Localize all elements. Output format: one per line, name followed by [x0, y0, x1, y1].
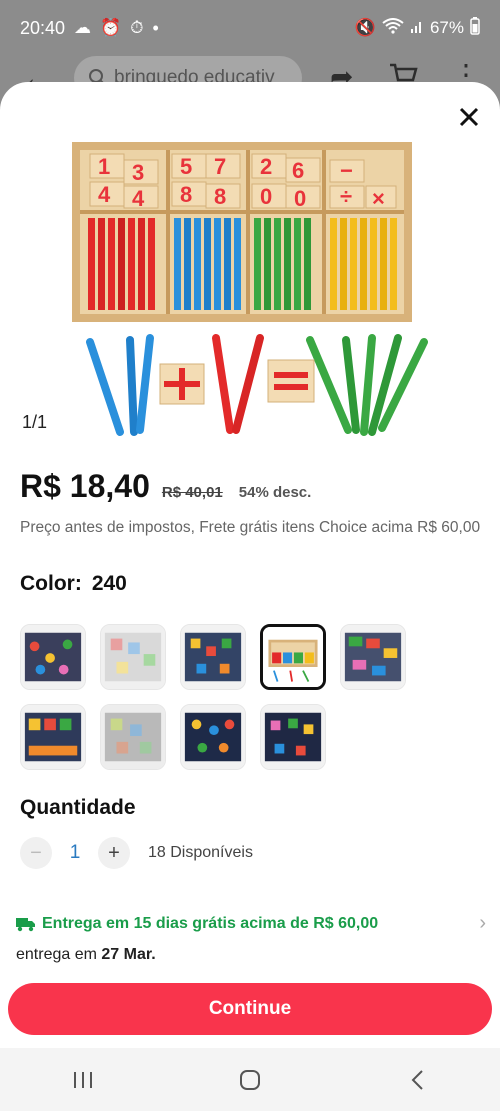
- delivery-text: Entrega em 15 dias grátis acima de R$ 60…: [42, 915, 379, 932]
- svg-text:6: 6: [292, 158, 304, 183]
- svg-text:5: 5: [180, 154, 192, 179]
- quantity-value[interactable]: 1: [52, 842, 98, 864]
- delivery-date-prefix: entrega em: [16, 946, 97, 963]
- sku-selection-sheet: 1344 5788 2600 − ÷ × 1/1 R$ 18,40 R$ 40,…: [0, 82, 500, 1048]
- color-swatch[interactable]: [260, 704, 326, 770]
- stock-available: 18 Disponíveis: [148, 844, 253, 861]
- truck-icon: [16, 918, 35, 932]
- battery-percent: 67%: [429, 18, 464, 37]
- signal-icon: [410, 18, 424, 39]
- color-swatch[interactable]: [180, 704, 246, 770]
- svg-text:0: 0: [260, 184, 272, 209]
- color-swatch[interactable]: [100, 704, 166, 770]
- svg-text:÷: ÷: [340, 184, 352, 209]
- product-image[interactable]: 1344 5788 2600 − ÷ ×: [62, 102, 442, 452]
- current-price: R$ 18,40: [20, 468, 150, 504]
- color-swatch[interactable]: [340, 624, 406, 690]
- svg-text:4: 4: [98, 182, 111, 207]
- svg-text:7: 7: [214, 154, 226, 179]
- quantity-decrease-button[interactable]: −: [20, 837, 52, 869]
- status-bar: 20:40 ☁ ⏰ ⏱ • 🔇 67%: [0, 0, 500, 56]
- close-icon: [459, 107, 479, 127]
- svg-text:−: −: [340, 158, 353, 183]
- discount-label: 54% desc.: [238, 484, 312, 501]
- wifi-icon: [382, 17, 404, 39]
- svg-text:4: 4: [132, 186, 145, 211]
- chevron-right-icon: ›: [479, 912, 486, 934]
- timer-icon: ⏱: [130, 18, 144, 37]
- status-time: 20:40: [20, 17, 66, 38]
- color-swatch[interactable]: [180, 624, 246, 690]
- quantity-stepper: − 1 + 18 Disponíveis: [20, 837, 253, 869]
- nav-back-button[interactable]: [387, 1060, 447, 1100]
- battery-icon: [470, 16, 480, 40]
- delivery-date-value: 27 Mar.: [101, 946, 156, 963]
- notification-dot: •: [152, 17, 159, 38]
- delivery-info-row[interactable]: Entrega em 15 dias grátis acima de R$ 60…: [16, 912, 486, 936]
- svg-text:8: 8: [180, 182, 192, 207]
- color-selection-header: Color: 240: [20, 572, 127, 596]
- color-label: Color:: [20, 572, 82, 595]
- cloud-icon: ☁: [74, 18, 92, 37]
- nav-back-icon: [411, 1069, 423, 1090]
- svg-text:8: 8: [214, 184, 226, 209]
- system-nav-bar: [0, 1048, 500, 1111]
- tax-note: Preço antes de impostos, Frete grátis it…: [20, 519, 481, 536]
- price-row: R$ 18,40 R$ 40,01 54% desc.: [20, 468, 311, 505]
- home-button[interactable]: [220, 1060, 280, 1100]
- delivery-date: entrega em 27 Mar.: [16, 946, 156, 964]
- continue-button[interactable]: Continue: [8, 983, 492, 1035]
- svg-text:2: 2: [260, 154, 272, 179]
- alarm-icon: ⏰: [100, 18, 122, 37]
- svg-text:1: 1: [98, 154, 110, 179]
- image-counter: 1/1: [22, 412, 48, 432]
- recents-icon: [74, 1071, 93, 1088]
- color-swatch[interactable]: [20, 624, 86, 690]
- svg-text:3: 3: [132, 160, 144, 185]
- svg-text:0: 0: [294, 186, 306, 211]
- color-swatch[interactable]: [100, 624, 166, 690]
- color-value: 240: [91, 572, 127, 595]
- quantity-title: Quantidade: [20, 796, 136, 819]
- recents-button[interactable]: [53, 1060, 113, 1100]
- close-button[interactable]: [452, 100, 486, 134]
- color-swatch-selected[interactable]: [260, 624, 326, 690]
- color-swatch[interactable]: [20, 704, 86, 770]
- quantity-increase-button[interactable]: +: [98, 837, 130, 869]
- original-price: R$ 40,01: [161, 484, 223, 501]
- svg-text:×: ×: [372, 186, 385, 211]
- home-icon: [239, 1069, 260, 1090]
- mute-icon: 🔇: [354, 18, 376, 37]
